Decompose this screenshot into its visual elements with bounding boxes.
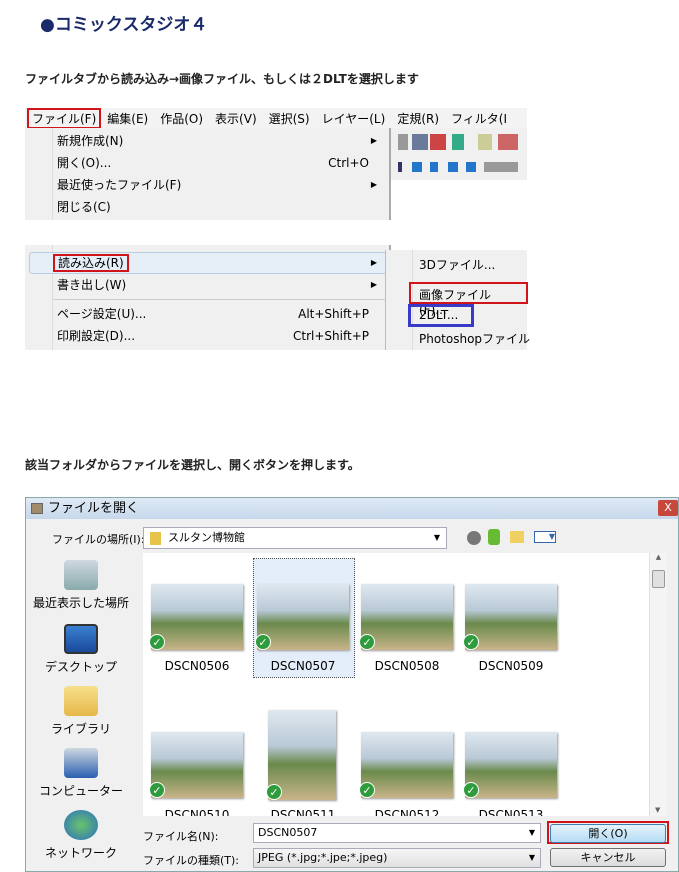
file-name[interactable]: DSCN0507 [253, 659, 353, 673]
place-library[interactable]: ライブラリ [26, 686, 136, 737]
new-folder-icon[interactable] [510, 531, 524, 543]
menu-item-print-setup[interactable]: 印刷設定(D)... Ctrl+Shift+P [57, 325, 381, 347]
view-menu-icon[interactable]: ▼ [534, 531, 556, 543]
file-name[interactable]: DSCN0508 [357, 659, 457, 673]
chevron-down-icon: ▼ [433, 533, 440, 542]
dialog-titlebar: ファイルを開く X [26, 498, 678, 519]
filetype-label: ファイルの種類(T): [143, 854, 240, 867]
menu-item-close[interactable]: 閉じる(C) [57, 196, 381, 218]
menu-item-open[interactable]: 開く(O)... Ctrl+O [57, 152, 381, 174]
up-folder-icon[interactable] [488, 529, 500, 545]
file-name[interactable]: DSCN0513 [461, 808, 561, 816]
submenu-3d-file[interactable]: 3Dファイル... [419, 256, 495, 273]
file-name[interactable]: DSCN0506 [147, 659, 247, 673]
menu-filter[interactable]: フィルタ(I [445, 110, 513, 127]
menu-ruler[interactable]: 定規(R) [391, 110, 445, 127]
heading: ●コミックスタジオ４ [40, 15, 208, 35]
checkmark-icon: ✓ [255, 634, 271, 650]
dialog-title: ファイルを開く [48, 501, 140, 516]
toolbar [390, 128, 527, 180]
location-select[interactable]: スルタン博物館 ▼ [143, 527, 447, 549]
place-computer[interactable]: コンピューター [26, 748, 136, 799]
recent-places-icon [64, 560, 98, 590]
toolbar-icons[interactable] [398, 134, 518, 150]
library-icon [64, 686, 98, 716]
menu-item-export[interactable]: 書き出し(W) ▶ [57, 274, 381, 296]
app-icon [31, 503, 43, 514]
file-menu-top: 新規作成(N) ▶ 開く(O)... Ctrl+O 最近使ったファイル(F) ▶ 閉じ… [25, 128, 391, 220]
menu-item-recent[interactable]: 最近使ったファイル(F) ▶ [57, 174, 381, 196]
cancel-button[interactable]: キャンセル [550, 848, 666, 867]
filetype-select[interactable]: JPEG (*.jpg;*.jpe;*.jpeg) ▼ [253, 848, 541, 868]
menu-edit[interactable]: 編集(E) [101, 110, 154, 127]
close-button[interactable]: X [658, 500, 678, 516]
file-name[interactable]: DSCN0509 [461, 659, 561, 673]
file-menu-bottom: 読み込み(R) ▶ 書き出し(W) ▶ ページ設定(U)... Alt+Shift+P… [25, 245, 391, 350]
menu-layer[interactable]: レイヤー(L) [316, 110, 392, 127]
file-name[interactable]: DSCN0511 [253, 808, 353, 816]
checkmark-icon: ✓ [359, 634, 375, 650]
toolbar-icons-2[interactable] [398, 162, 518, 172]
computer-icon [64, 748, 98, 778]
submenu-image-file[interactable]: 画像ファイル(F)... [409, 282, 528, 317]
open-file-dialog: ファイルを開く X ファイルの場所(I): スルタン博物館 ▼ ▼ 最近表示した… [25, 497, 679, 872]
instruction-1: ファイルタブから読み込み→画像ファイル、もしくは２DLTを選択します [25, 72, 419, 86]
chevron-down-icon: ▼ [528, 828, 535, 837]
open-button[interactable]: 開く(O) [550, 824, 666, 843]
menu-select[interactable]: 選択(S) [263, 110, 316, 127]
checkmark-icon: ✓ [463, 634, 479, 650]
menu-item-import[interactable]: 読み込み(R) ▶ [53, 252, 381, 274]
menu-item-page-setup[interactable]: ページ設定(U)... Alt+Shift+P [57, 303, 381, 325]
place-recent[interactable]: 最近表示した場所 [26, 560, 136, 611]
location-label: ファイルの場所(I): [52, 533, 145, 546]
desktop-icon [64, 624, 98, 654]
scroll-up-icon: ▲ [655, 553, 662, 561]
checkmark-icon: ✓ [266, 784, 282, 800]
file-list[interactable]: ✓ DSCN0506 ✓ DSCN0507 ✓ DSCN0508 ✓ DSCN0509 ✓ DSC… [143, 553, 649, 816]
file-name[interactable]: DSCN0512 [357, 808, 457, 816]
instruction-2: 該当フォルダからファイルを選択し、開くボタンを押します。 [25, 458, 360, 472]
folder-icon [150, 532, 161, 545]
menu-file[interactable]: ファイル(F) [27, 107, 102, 129]
menubar: ファイル(F) 編集(E) 作品(O) 表示(V) 選択(S) レイヤー(L) … [25, 107, 527, 129]
place-desktop[interactable]: デスクトップ [26, 624, 136, 675]
filename-input[interactable]: DSCN0507 ▼ [253, 823, 541, 843]
checkmark-icon: ✓ [149, 782, 165, 798]
scrollbar[interactable]: ▲ ▼ [649, 553, 667, 816]
menu-view[interactable]: 表示(V) [209, 110, 263, 127]
checkmark-icon: ✓ [149, 634, 165, 650]
file-name[interactable]: DSCN0510 [147, 808, 247, 816]
checkmark-icon: ✓ [463, 782, 479, 798]
import-submenu: 3Dファイル... 画像ファイル(F)... 2DLT... Photoshop… [385, 250, 530, 350]
back-icon[interactable] [467, 531, 481, 545]
filename-label: ファイル名(N): [143, 830, 219, 843]
scroll-down-icon: ▼ [655, 806, 661, 814]
submenu-2dlt[interactable]: 2DLT... [408, 304, 474, 327]
checkmark-icon: ✓ [359, 782, 375, 798]
menu-item-new[interactable]: 新規作成(N) ▶ [57, 130, 381, 152]
submenu-photoshop[interactable]: Photoshopファイル [419, 330, 530, 347]
open-button-highlight: 開く(O) [547, 821, 669, 844]
scroll-thumb[interactable] [652, 570, 665, 588]
network-icon [64, 810, 98, 840]
menu-work[interactable]: 作品(O) [154, 110, 209, 127]
chevron-down-icon: ▼ [528, 853, 535, 862]
place-network[interactable]: ネットワーク [26, 810, 136, 861]
